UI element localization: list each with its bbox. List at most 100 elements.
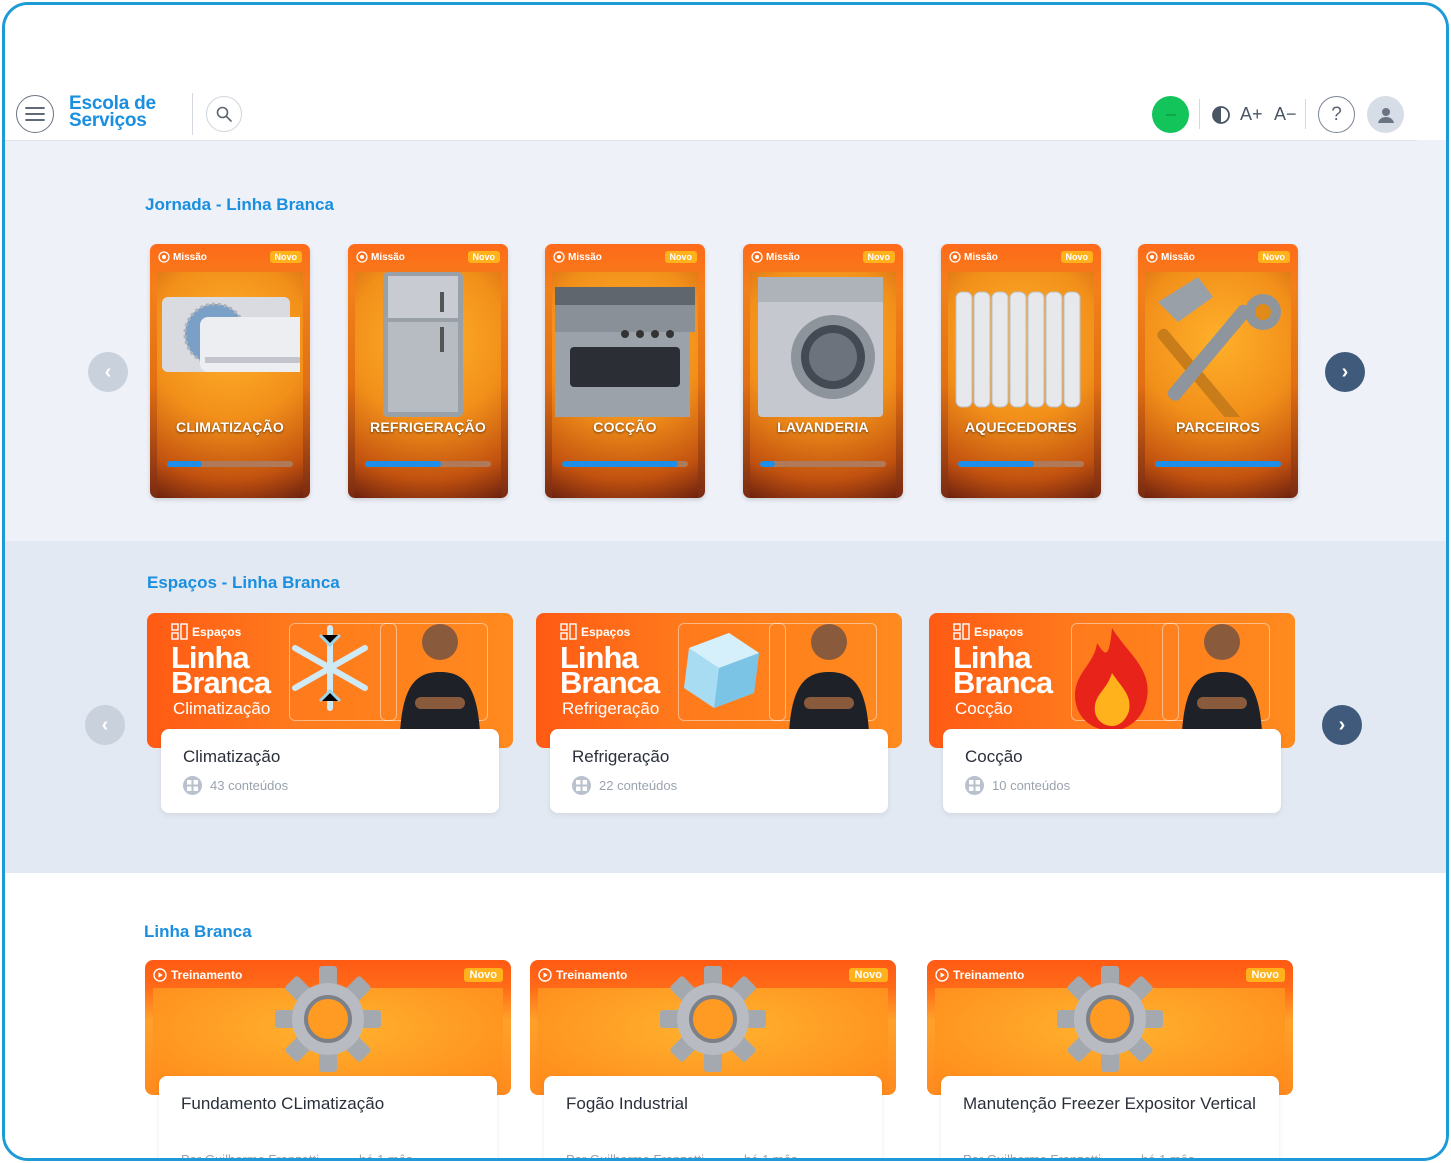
espaco-info[interactable]: Climatização 43 conteúdos (161, 729, 499, 813)
mission-label: PARCEIROS (1176, 419, 1260, 435)
training-card[interactable]: Treinamento Novo (530, 960, 896, 1161)
new-badge: Novo (1245, 968, 1285, 982)
espaco-banner: Espaços Linha Branca Climatização (147, 613, 513, 748)
target-icon (1146, 251, 1158, 263)
espaco-title: Climatização (183, 747, 281, 766)
search-button[interactable] (206, 96, 242, 132)
training-info[interactable]: Fundamento CLimatização Por Guilherme Fr… (159, 1076, 497, 1161)
training-meta: Por Guilherme Franzotti há 1 mês (181, 1152, 481, 1161)
mission-tag: Missão (751, 251, 800, 263)
mission-card[interactable]: Missão Novo REFRIGERAÇÃO (348, 244, 508, 498)
instructor-photo (1177, 617, 1267, 737)
help-icon: ? (1331, 103, 1342, 125)
grid-icon (183, 776, 202, 795)
divider (192, 93, 193, 135)
chevron-left-icon: ‹ (104, 360, 112, 383)
search-icon (216, 106, 232, 122)
font-decrease-button[interactable]: A− (1274, 104, 1297, 125)
banner-headline-line2: Branca (560, 665, 660, 700)
banner-headline: Linha Branca (953, 642, 1053, 700)
mission-image (160, 272, 310, 417)
target-icon (356, 251, 368, 263)
linha-title: Linha Branca (144, 922, 252, 941)
mission-card[interactable]: Missão Novo CLIMATIZAÇÃO (150, 244, 310, 498)
banner-illustration (1067, 623, 1157, 738)
training-author: Por Guilherme Franzotti (566, 1152, 704, 1161)
progress-bar (365, 461, 491, 467)
mission-image (358, 272, 498, 417)
logo[interactable]: Escola de Serviços (69, 94, 156, 131)
espaco-info[interactable]: Refrigeração 22 conteúdos (550, 729, 888, 813)
banner-headline-line2: Branca (953, 665, 1053, 700)
espaco-card[interactable]: Espaços Linha Branca Refrigeração Refrig… (536, 613, 902, 813)
gear-icon (658, 964, 768, 1079)
espaco-tag: Espaços (560, 623, 630, 640)
play-icon (153, 968, 167, 982)
jornada-next-button[interactable]: › (1325, 352, 1365, 392)
espaco-card[interactable]: Espaços Linha Branca Cocção Cocção 10 co… (929, 613, 1295, 813)
new-badge: Novo (269, 251, 302, 263)
new-badge: Novo (848, 968, 888, 982)
training-meta: Por Guilherme Franzotti há 1 mês (566, 1152, 866, 1161)
training-title: Fundamento CLimatização (181, 1094, 385, 1113)
training-banner: Treinamento Novo (927, 960, 1293, 1095)
training-time: há 1 mês (359, 1152, 413, 1161)
avatar[interactable] (1367, 96, 1404, 133)
training-card[interactable]: Treinamento Novo (927, 960, 1293, 1161)
espaco-meta: 10 conteúdos (965, 776, 1070, 795)
banner-headline: Linha Branca (560, 642, 660, 700)
font-increase-button[interactable]: A+ (1240, 104, 1263, 125)
jornada-prev-button[interactable]: ‹ (88, 352, 128, 392)
new-badge: Novo (463, 968, 503, 982)
new-badge: Novo (1257, 251, 1290, 263)
training-time: há 1 mês (1141, 1152, 1195, 1161)
target-icon (751, 251, 763, 263)
progress-fill (365, 461, 441, 467)
progress-fill (167, 461, 203, 467)
mission-card[interactable]: Missão Novo PARCEIROS (1138, 244, 1298, 498)
espaco-card[interactable]: Espaços Linha Branca Climatização Climat… (147, 613, 513, 813)
content-count: 10 conteúdos (992, 778, 1071, 793)
mission-tag-label: Missão (766, 251, 800, 263)
mission-image (951, 272, 1091, 417)
espaco-info[interactable]: Cocção 10 conteúdos (943, 729, 1281, 813)
menu-button[interactable] (16, 95, 54, 133)
grid-icon (953, 623, 970, 640)
app-window: Escola de Serviços A+ A− ? Jornada - Lin… (2, 2, 1449, 1161)
training-info[interactable]: Fogão Industrial Por Guilherme Franzotti… (544, 1076, 882, 1161)
user-icon (1377, 107, 1394, 123)
progress-bar (562, 461, 688, 467)
mission-card[interactable]: Missão Novo AQUECEDORES (941, 244, 1101, 498)
banner-headline: Linha Branca (171, 642, 271, 698)
contrast-button[interactable] (1211, 105, 1231, 130)
mission-image (555, 272, 695, 417)
progress-fill (1155, 461, 1281, 467)
espaco-title: Refrigeração (572, 747, 670, 766)
progress-fill (562, 461, 678, 467)
menu-icon (25, 107, 45, 121)
grid-icon (560, 623, 577, 640)
help-button[interactable]: ? (1318, 96, 1355, 133)
status-indicator[interactable] (1152, 96, 1189, 133)
espaco-meta: 43 conteúdos (183, 776, 288, 795)
content-count: 43 conteúdos (210, 778, 289, 793)
espacos-next-button[interactable]: › (1322, 705, 1362, 745)
header: Escola de Serviços A+ A− ? (5, 85, 1417, 141)
mission-card[interactable]: Missão Novo COCÇÃO (545, 244, 705, 498)
mission-label: CLIMATIZAÇÃO (176, 419, 284, 435)
mission-tag-label: Missão (173, 251, 207, 263)
training-card[interactable]: Treinamento Novo (145, 960, 511, 1161)
mission-card[interactable]: Missão Novo LAVANDERIA (743, 244, 903, 498)
progress-fill (958, 461, 1034, 467)
logo-line2: Serviços (69, 110, 147, 131)
mission-label: REFRIGERAÇÃO (370, 419, 486, 435)
training-time: há 1 mês (744, 1152, 798, 1161)
banner-illustration (285, 623, 375, 718)
progress-bar (760, 461, 886, 467)
training-info[interactable]: Manutenção Freezer Expositor Vertical Po… (941, 1076, 1279, 1161)
mission-tag-label: Missão (371, 251, 405, 263)
espacos-prev-button[interactable]: ‹ (85, 705, 125, 745)
jornada-title: Jornada - Linha Branca (145, 195, 334, 214)
mission-tag: Missão (356, 251, 405, 263)
espaco-banner: Espaços Linha Branca Refrigeração (536, 613, 902, 748)
